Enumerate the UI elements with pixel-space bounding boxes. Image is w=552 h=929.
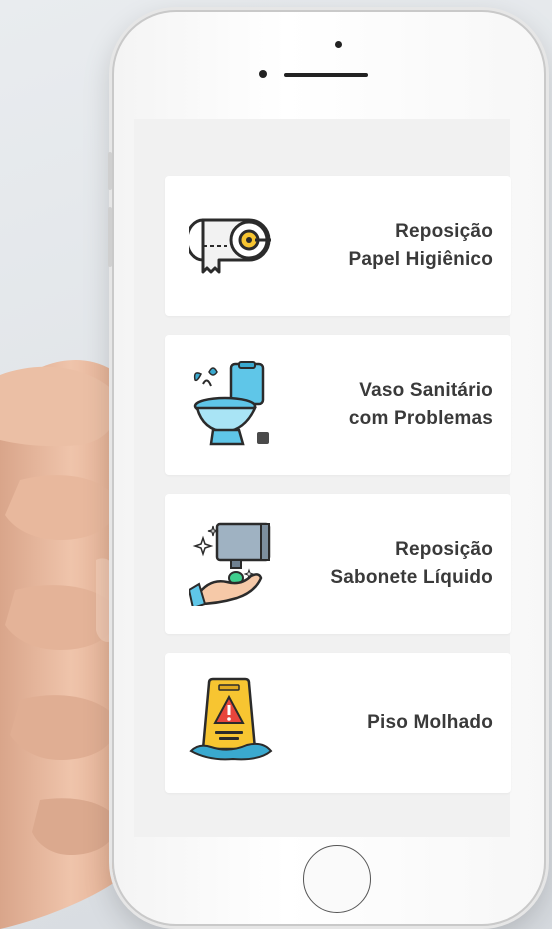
option-card-toilet-paper[interactable]: Reposição Papel Higiênico xyxy=(165,176,511,316)
earpiece-speaker xyxy=(284,73,368,77)
option-label-line1: Reposição xyxy=(395,221,493,242)
option-card-toilet[interactable]: Vaso Sanitário com Problemas xyxy=(165,335,511,475)
option-label-line2: com Problemas xyxy=(348,408,493,429)
option-card-wet-floor[interactable]: Piso Molhado xyxy=(165,653,511,793)
option-label: Reposição Papel Higiênico xyxy=(349,176,493,316)
option-label: Piso Molhado xyxy=(367,653,493,793)
option-label-line1: Vaso Sanitário xyxy=(359,380,493,401)
wet-floor-sign-icon xyxy=(189,677,273,761)
option-label: Reposição Sabonete Líquido xyxy=(330,494,493,634)
option-label-line2: Papel Higiênico xyxy=(348,249,493,270)
toilet-icon xyxy=(193,361,269,446)
volume-button xyxy=(108,207,112,267)
volume-button xyxy=(108,152,112,190)
option-label-line2: Sabonete Líquido xyxy=(330,567,493,588)
option-card-soap[interactable]: Reposição Sabonete Líquido xyxy=(165,494,511,634)
option-label-line1: Piso Molhado xyxy=(367,712,493,733)
soap-dispenser-icon xyxy=(189,522,271,606)
option-label: Vaso Sanitário com Problemas xyxy=(349,335,493,475)
toilet-paper-icon xyxy=(189,218,271,274)
option-label-line1: Reposição xyxy=(395,539,493,560)
home-button[interactable] xyxy=(303,845,371,913)
phone-screen: Reposição Papel Higiênico Vaso Sanitário… xyxy=(134,119,511,837)
phone-frame: Reposição Papel Higiênico Vaso Sanitário… xyxy=(108,10,546,926)
proximity-sensor xyxy=(259,70,267,78)
front-camera xyxy=(335,41,342,48)
